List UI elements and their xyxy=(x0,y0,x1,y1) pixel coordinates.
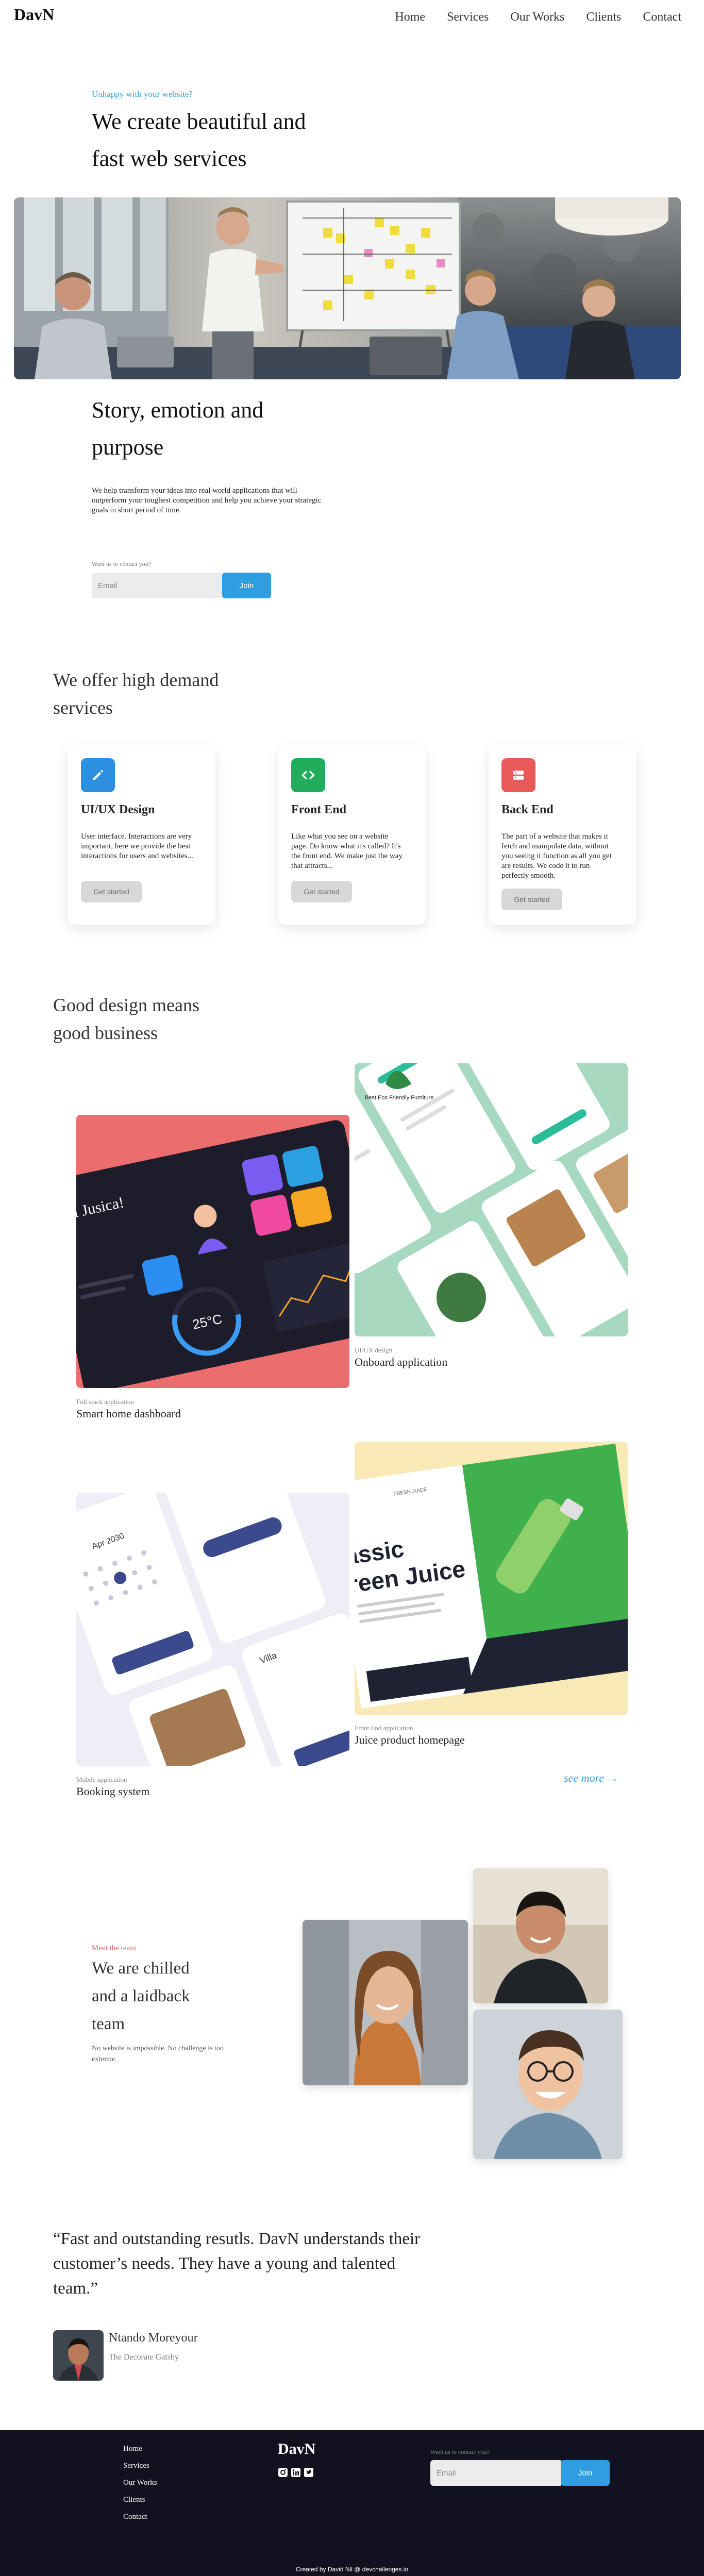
email-input[interactable]: Email xyxy=(92,573,222,598)
services-title: We offer high demand services xyxy=(53,670,219,718)
server-icon xyxy=(501,758,535,792)
get-started-button[interactable]: Get started xyxy=(501,889,562,910)
nav-links: Home Services Our Works Clients Contact xyxy=(395,10,681,24)
footer-email-input[interactable]: Email xyxy=(430,2460,561,2486)
card-title: Back End xyxy=(501,803,554,816)
story-title: Story, emotion and purpose xyxy=(92,397,264,460)
footer-link-clients[interactable]: Clients xyxy=(123,2491,157,2508)
footer-links: Home Services Our Works Clients Contact xyxy=(123,2440,157,2525)
work-booking-system[interactable]: Apr 2030 Villa xyxy=(76,1493,349,1766)
instagram-icon[interactable] xyxy=(278,2467,288,2478)
testimonial-name: Ntando Moreyour xyxy=(109,2331,198,2345)
work-name[interactable]: Smart home dashboard xyxy=(76,1407,181,1420)
footer-link-services[interactable]: Services xyxy=(123,2457,157,2474)
top-navigation: DavN Home Services Our Works Clients Con… xyxy=(0,0,704,37)
team-eyebrow: Meet the team xyxy=(92,1944,136,1952)
logo[interactable]: DavN xyxy=(14,5,54,24)
nav-link-our-works[interactable]: Our Works xyxy=(510,10,564,24)
work-juice-product-homepage[interactable]: assic reen Juice FRESH JUICE xyxy=(355,1442,628,1715)
work-name[interactable]: Onboard application xyxy=(355,1356,447,1369)
hero-team-photo xyxy=(14,197,681,379)
testimonial-quote: “Fast and outstanding resutls. DavN unde… xyxy=(53,2230,421,2298)
card-text: Like what you see on a website page. Do … xyxy=(291,832,403,870)
linkedin-icon[interactable] xyxy=(291,2467,301,2478)
onboard-title: Best Eco Friendly Furniture xyxy=(365,1095,433,1101)
footer-join-button[interactable]: Join xyxy=(561,2460,610,2486)
footer: Home Services Our Works Clients Contact … xyxy=(0,2430,704,2576)
join-button[interactable]: Join xyxy=(222,573,271,598)
story-text: We help transform your ideas into real w… xyxy=(92,487,322,514)
social-icons xyxy=(278,2467,314,2478)
footer-logo[interactable]: DavN xyxy=(278,2440,315,2458)
team-photo-man-1 xyxy=(473,1868,608,2003)
testimonial-avatar xyxy=(53,2330,104,2381)
footer-link-home[interactable]: Home xyxy=(123,2440,157,2457)
works-title: Good design means good business xyxy=(53,995,199,1043)
footer-email-form: Email Join xyxy=(430,2460,610,2486)
team-photo-man-2 xyxy=(473,2010,623,2159)
work-name[interactable]: Booking system xyxy=(76,1785,149,1798)
get-started-button[interactable]: Get started xyxy=(81,881,142,902)
team-text: No website is impossible. No challenge i… xyxy=(92,2045,224,2063)
see-more-link[interactable]: see more → xyxy=(564,1771,618,1785)
hero-email-form: Email Join xyxy=(92,573,271,598)
card-title: Front End xyxy=(291,803,346,816)
work-category: Full stack application xyxy=(76,1398,134,1406)
pencil-icon xyxy=(81,758,115,792)
footer-credit[interactable]: Created by David Nil @ devchallenges.io xyxy=(0,2566,704,2573)
card-text: User interface. Interactions are very im… xyxy=(81,832,193,860)
hero-title: We create beautiful and fast web service… xyxy=(92,109,306,171)
service-card-uiux: UI/UX Design User interface. Interaction… xyxy=(68,745,215,925)
contact-label: Want us to contact you? xyxy=(92,560,152,567)
twitter-icon[interactable] xyxy=(304,2467,314,2478)
footer-contact-label: Want us to contact you? xyxy=(430,2448,490,2455)
team-title: We are chilled and a laidback team xyxy=(92,1959,190,2033)
work-category: Front End application xyxy=(355,1724,413,1732)
footer-link-contact[interactable]: Contact xyxy=(123,2508,157,2525)
nav-link-contact[interactable]: Contact xyxy=(643,10,681,24)
team-photo-woman xyxy=(303,1920,468,2085)
work-name[interactable]: Juice product homepage xyxy=(355,1733,465,1747)
testimonial-company: The Decorate Gatsby xyxy=(109,2353,179,2362)
service-card-backend: Back End The part of a website that make… xyxy=(489,745,636,925)
work-smart-home-dashboard[interactable]: Hi Jusica! 25°C xyxy=(76,1115,349,1388)
nav-link-services[interactable]: Services xyxy=(447,10,489,24)
work-category: UI/UX design xyxy=(355,1346,393,1354)
get-started-button[interactable]: Get started xyxy=(291,881,352,902)
service-card-frontend: Front End Like what you see on a website… xyxy=(278,745,426,925)
nav-link-home[interactable]: Home xyxy=(395,10,425,24)
work-onboard-application[interactable]: Best Eco Friendly Furniture xyxy=(355,1063,628,1336)
card-title: UI/UX Design xyxy=(81,803,155,816)
footer-link-our-works[interactable]: Our Works xyxy=(123,2474,157,2491)
work-category: Mobile application xyxy=(76,1776,127,1783)
code-icon xyxy=(291,758,325,792)
card-text: The part of a website that makes it fetc… xyxy=(501,832,612,880)
nav-link-clients[interactable]: Clients xyxy=(586,10,621,24)
hero-eyebrow: Unhappy with your website? xyxy=(92,89,193,99)
